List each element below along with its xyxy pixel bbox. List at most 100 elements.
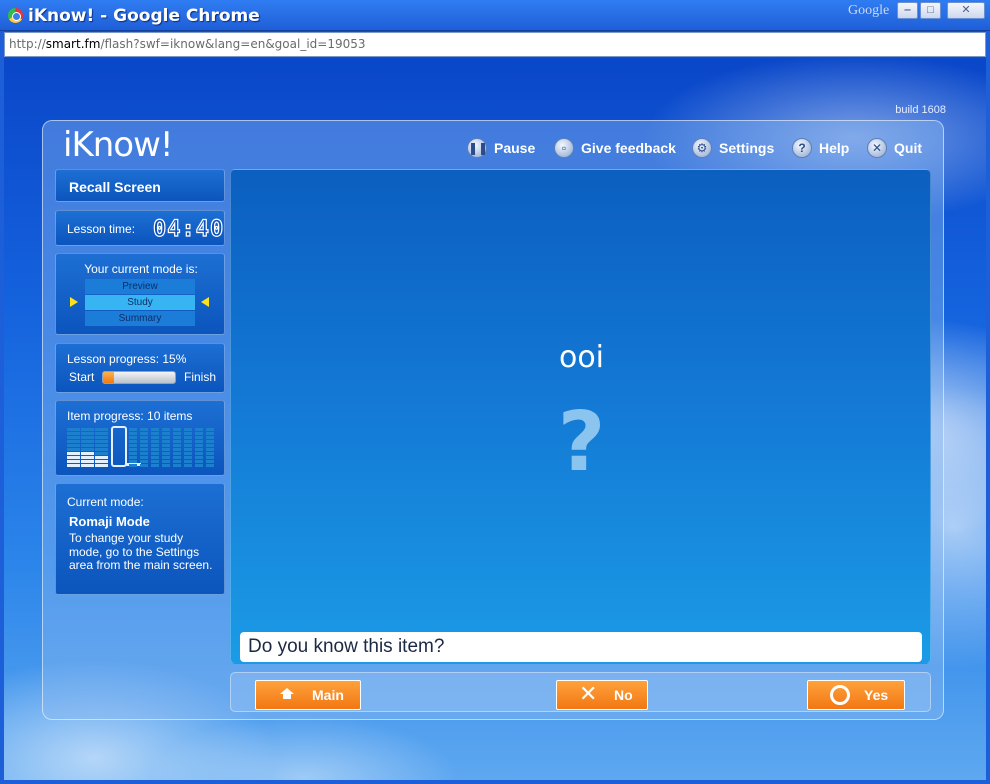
item-progress-segment [95, 456, 108, 459]
help-icon: ? [792, 138, 812, 158]
item-progress-segment [67, 440, 80, 443]
help-label: Help [819, 140, 850, 156]
circle-icon [830, 685, 850, 705]
item-progress-segment [184, 436, 192, 439]
item-progress-segment [206, 452, 214, 455]
item-progress-segment [195, 436, 203, 439]
address-bar[interactable]: http://smart.fm/flash?swf=iknow&lang=en&… [4, 32, 986, 57]
item-progress-segment [173, 444, 181, 447]
item-progress-segment [81, 432, 94, 435]
item-progress-segment [67, 460, 80, 463]
item-progress-segment [67, 452, 80, 455]
item-progress-segment [140, 436, 148, 439]
item-progress-segment [95, 436, 108, 439]
item-progress-segment [95, 448, 108, 451]
item-progress-segment [81, 452, 94, 455]
lesson-progress-bar [102, 371, 176, 384]
lesson-time-label: Lesson time: [67, 222, 136, 236]
item-progress-segment [173, 460, 181, 463]
chrome-icon [8, 8, 23, 23]
wrench-icon: ⚙ [692, 138, 712, 158]
quit-button[interactable]: ✕ Quit [867, 137, 922, 159]
item-progress-label: Item progress: 10 items [67, 409, 193, 423]
item-progress-column [206, 425, 214, 467]
google-brand: Google [848, 3, 890, 18]
yes-label: Yes [864, 687, 889, 703]
item-progress-segment [67, 456, 80, 459]
item-progress-segment [129, 460, 137, 463]
item-progress-column [95, 425, 108, 467]
item-progress-segment [129, 428, 137, 431]
progress-finish-label: Finish [184, 370, 217, 384]
item-progress-segment [173, 452, 181, 455]
mode-help-text: To change your study mode, go to the Set… [69, 531, 213, 572]
mode-header: Your current mode is: [84, 262, 198, 276]
progress-start-label: Start [69, 370, 95, 384]
item-progress-segment [162, 460, 170, 463]
no-label: No [614, 687, 633, 703]
item-progress-segment [195, 460, 203, 463]
give-feedback-button[interactable]: ▫ Give feedback [554, 137, 676, 159]
item-progress-segment [173, 436, 181, 439]
window-titlebar: iKnow! - Google Chrome Google ‒ □ ✕ [0, 0, 990, 31]
item-progress-segment [162, 440, 170, 443]
item-progress-segment [129, 448, 137, 451]
url-host: smart.fm [45, 37, 101, 51]
pause-button[interactable]: ❚❚ Pause [467, 137, 535, 159]
settings-button[interactable]: ⚙ Settings [692, 137, 774, 159]
maximize-button[interactable]: □ [920, 2, 941, 19]
item-progress-column [129, 425, 137, 467]
yes-button[interactable]: Yes [807, 680, 905, 710]
item-progress-column [67, 425, 80, 467]
help-button[interactable]: ? Help [792, 137, 849, 159]
item-progress-segment [140, 440, 148, 443]
home-icon [280, 688, 294, 701]
item-progress-segment [162, 428, 170, 431]
screen-title: Recall Screen [55, 169, 225, 202]
item-progress-segment [195, 448, 203, 451]
item-progress-segment [162, 436, 170, 439]
item-progress-segment [81, 440, 94, 443]
item-progress-segment [95, 460, 108, 463]
item-progress-segment [151, 448, 159, 451]
minimize-button[interactable]: ‒ [897, 2, 918, 19]
item-progress-segment [151, 456, 159, 459]
item-progress-segment [206, 448, 214, 451]
item-progress-segment [81, 444, 94, 447]
item-progress-segment [195, 456, 203, 459]
item-progress-box: Item progress: 10 items [55, 400, 225, 476]
item-progress-segment [151, 452, 159, 455]
current-mode-value: Romaji Mode [69, 514, 150, 529]
mode-box: Your current mode is: Preview Study Summ… [55, 253, 225, 335]
item-progress-segment [184, 444, 192, 447]
item-progress-segment [140, 448, 148, 451]
item-progress-segment [184, 428, 192, 431]
item-progress-segment [206, 440, 214, 443]
item-progress-segment [140, 452, 148, 455]
item-progress-segment [195, 464, 203, 467]
main-label: Main [312, 687, 344, 703]
item-progress-segment [173, 432, 181, 435]
quit-label: Quit [894, 140, 922, 156]
item-progress-segment [81, 464, 94, 467]
item-progress-segment [195, 452, 203, 455]
item-progress-segment [140, 456, 148, 459]
item-progress-segment [173, 428, 181, 431]
pause-label: Pause [494, 140, 536, 156]
item-progress-segment [162, 444, 170, 447]
close-button[interactable]: ✕ [947, 2, 985, 19]
item-progress-segment [173, 448, 181, 451]
item-progress-segment [67, 436, 80, 439]
url-path: /flash?swf=iknow&lang=en&goal_id=19053 [100, 37, 366, 51]
main-button[interactable]: Main [255, 680, 361, 710]
item-progress-segment [67, 432, 80, 435]
item-progress-segment [206, 444, 214, 447]
item-progress-segment [151, 464, 159, 467]
item-progress-segment [140, 444, 148, 447]
item-progress-segment [162, 432, 170, 435]
item-progress-column [140, 425, 148, 467]
no-button[interactable]: ✕ No [556, 680, 648, 710]
item-progress-segment [81, 456, 94, 459]
item-progress-segment [140, 428, 148, 431]
item-progress-column [81, 425, 94, 467]
